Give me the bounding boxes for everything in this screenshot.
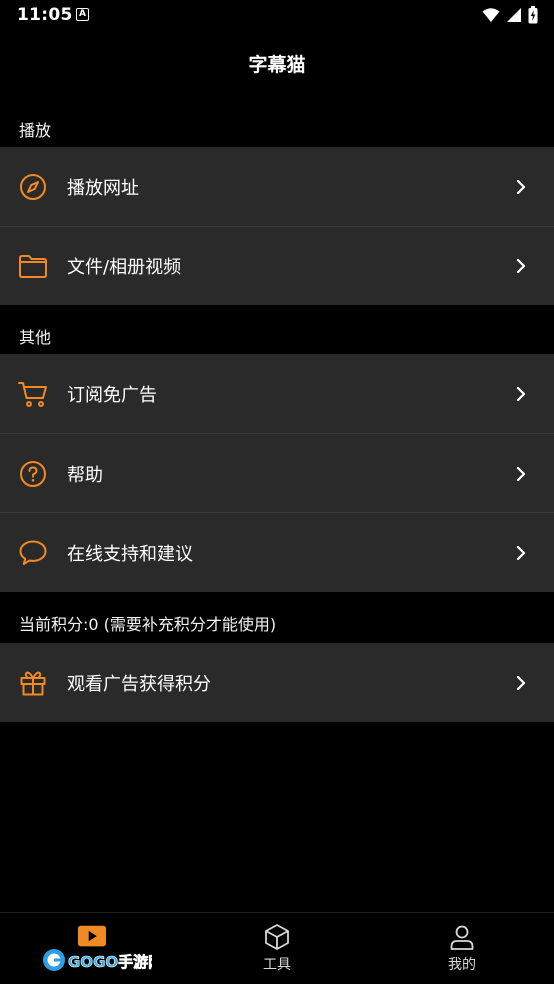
list-item-label: 订阅免广告 [67,384,157,406]
status-a-icon: A [76,8,89,21]
chevron-right-icon [516,466,526,481]
section-header-play: 播放 [0,112,554,146]
chat-bubble-icon [18,538,48,568]
list-item-label: 帮助 [67,464,103,486]
help-circle-icon [18,459,48,489]
chevron-right-icon [516,386,526,401]
section-header-other: 其他 [0,319,554,353]
cart-icon [18,379,48,409]
list-item-file-video[interactable]: 文件/相册视频 [0,227,554,305]
list-item-label: 播放网址 [67,177,139,199]
gift-icon [18,668,48,698]
status-icons [482,6,538,24]
list-item-support[interactable]: 在线支持和建议 [0,513,554,592]
list-item-watch-ad[interactable]: 观看广告获得积分 [0,643,554,722]
folder-icon [18,251,48,281]
chevron-right-icon [516,179,526,194]
tab-tools[interactable]: 工具 [185,913,369,984]
points-status-text: 当前积分:0 (需要补充积分才能使用) [0,606,554,640]
compass-icon [18,172,48,202]
list-item-label: 文件/相册视频 [67,257,182,278]
wifi-icon [482,8,500,22]
battery-icon [528,6,538,24]
status-time: 11:05 [17,5,73,25]
chevron-right-icon [516,675,526,690]
list-item-subscribe[interactable]: 订阅免广告 [0,354,554,433]
watermark-logo: GOGO手游网 [43,949,152,971]
list-item-label: 在线支持和建议 [67,543,193,565]
list-item-label: 观看广告获得积分 [67,673,211,695]
page-title: 字幕猫 [248,54,306,76]
signal-icon [507,8,521,22]
list-item-help[interactable]: 帮助 [0,434,554,513]
tab-label: 我的 [448,957,476,973]
list-item-play-url[interactable]: 播放网址 [0,147,554,226]
chevron-right-icon [516,259,526,273]
cube-icon [262,922,292,952]
status-bar: 11:05 A [0,0,554,32]
user-icon [447,922,477,952]
tab-mine[interactable]: 我的 [370,913,554,984]
svg-text:GOGO手游网: GOGO手游网 [68,953,152,971]
chevron-right-icon [516,545,526,560]
tab-label: 工具 [263,957,291,973]
